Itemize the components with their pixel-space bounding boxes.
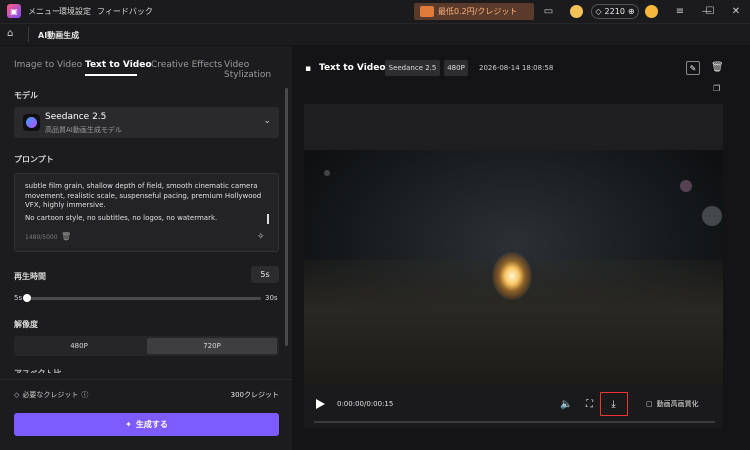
prompt-text: subtle film grain, shallow depth of fiel… xyxy=(25,182,262,209)
panel-scrollbar[interactable] xyxy=(285,88,288,346)
duration-label: 再生時間 xyxy=(14,272,46,281)
tab-creative-effects[interactable]: Creative Effects xyxy=(151,60,222,70)
gift-icon xyxy=(420,6,434,17)
fullscreen-icon[interactable]: ⛶ xyxy=(583,398,596,411)
bokeh xyxy=(324,170,330,176)
progress-bar[interactable] xyxy=(314,421,715,423)
close-icon[interactable]: ✕ xyxy=(729,4,743,18)
resolution-720p[interactable]: 720P xyxy=(147,338,277,354)
resolution-toggle: 480P 720P xyxy=(14,336,279,356)
duration-value[interactable]: 5s xyxy=(251,266,279,283)
credit-cost: 300クレジット xyxy=(230,391,279,399)
preview-panel: ▪ Text to Video Seedance 2.5 480P 2026-0… xyxy=(292,46,750,450)
divider xyxy=(28,27,29,42)
menu-button[interactable]: メニュー xyxy=(28,6,60,17)
feedback-button[interactable]: フィードバック xyxy=(97,6,153,17)
required-credits: ◇ 必要なクレジット ⓘ xyxy=(14,390,88,400)
copy-icon[interactable]: ❐ xyxy=(713,84,723,94)
text-scrollbar[interactable] xyxy=(267,214,269,224)
timestamp: 2026-08-14 18:08:58 xyxy=(479,64,554,72)
generate-footer: ◇ 必要なクレジット ⓘ 300クレジット ✦ 生成する xyxy=(0,379,292,450)
promo-text: 最低0.2円/クレジット xyxy=(438,7,518,16)
magic-wand-icon[interactable]: ✧ xyxy=(257,232,269,244)
slider-handle[interactable] xyxy=(23,294,31,302)
duration-slider[interactable] xyxy=(27,297,261,300)
tab-image-to-video[interactable]: Image to Video xyxy=(14,60,82,70)
bokeh xyxy=(680,180,692,192)
active-tab-indicator xyxy=(85,74,137,76)
info-icon[interactable]: ⓘ xyxy=(81,390,88,400)
sparkle-icon: ✦ xyxy=(125,420,132,429)
add-icon: ⊕ xyxy=(627,7,635,16)
generate-label: 生成する xyxy=(135,420,168,429)
video-player: 0:00:00/0:00:15 🔈 ⛶ ⤓ ▢ 動画高画質化 xyxy=(304,104,723,428)
player-controls: 0:00:00/0:00:15 🔈 ⛶ ⤓ ▢ 動画高画質化 xyxy=(304,384,723,428)
settings-button[interactable]: 環境設定 xyxy=(59,6,91,17)
upscale-icon: ▢ xyxy=(646,400,653,408)
resolution-badge: 480P xyxy=(444,60,468,76)
home-icon[interactable]: ⌂ xyxy=(7,28,20,41)
playback-time: 0:00:00/0:00:15 xyxy=(337,400,394,408)
prompt-input[interactable]: subtle film grain, shallow depth of fiel… xyxy=(14,173,279,252)
nav-bar: ⌂ AI動画生成 xyxy=(0,23,750,45)
model-logo-icon xyxy=(23,114,40,131)
trash-icon[interactable]: 🗑 xyxy=(711,62,724,75)
slider-max-label: 30s xyxy=(265,294,278,302)
diamond-icon: ◇ xyxy=(14,391,20,399)
tab-video-stylization[interactable]: Video Stylization xyxy=(224,60,292,80)
diamond-icon: ◇ xyxy=(595,7,602,16)
model-badge: Seedance 2.5 xyxy=(385,60,440,76)
bokeh xyxy=(702,206,722,226)
char-counter: 1480/5000 xyxy=(25,234,58,241)
upscale-label: 動画高画質化 xyxy=(656,400,699,408)
slider-min-label: 5s xyxy=(14,294,23,302)
coin-icon[interactable] xyxy=(570,5,583,18)
page-title: AI動画生成 xyxy=(38,31,80,40)
generate-button[interactable]: ✦ 生成する xyxy=(14,413,279,436)
model-select[interactable]: Seedance 2.5 高品質AI動画生成モデル ⌄ xyxy=(14,107,279,138)
avatar[interactable] xyxy=(645,5,658,18)
tab-text-to-video[interactable]: Text to Video xyxy=(85,60,152,70)
upscale-button[interactable]: ▢ 動画高画質化 xyxy=(646,399,699,409)
settings-panel: Image to Video Text to Video Creative Ef… xyxy=(0,46,292,450)
resolution-label: 解像度 xyxy=(14,320,38,329)
preview-title: Text to Video xyxy=(319,63,386,73)
resolution-480p[interactable]: 480P xyxy=(14,338,144,354)
app-logo-icon: ▣ xyxy=(7,4,21,18)
title-bar: ▣ メニュー 環境設定 フィードバック 最低0.2円/クレジット ▭ ◇ 221… xyxy=(0,0,750,23)
credit-balance[interactable]: ◇ 2210 ⊕ xyxy=(591,4,639,19)
model-label: モデル xyxy=(14,91,38,100)
video-icon: ▪ xyxy=(305,64,312,74)
edit-icon[interactable]: ✎ xyxy=(686,61,700,75)
glowing-orb xyxy=(492,252,532,300)
video-frame[interactable] xyxy=(304,150,723,384)
play-icon[interactable] xyxy=(314,398,326,410)
chevron-down-icon: ⌄ xyxy=(263,116,271,126)
restore-icon[interactable]: ☐ xyxy=(703,4,717,18)
volume-icon[interactable]: 🔈 xyxy=(560,398,573,411)
model-subtitle: 高品質AI動画生成モデル xyxy=(45,126,122,134)
credit-count: 2210 xyxy=(604,7,625,16)
promo-banner[interactable]: 最低0.2円/クレジット xyxy=(414,3,534,20)
menu-icon[interactable]: ≡ xyxy=(673,4,687,18)
model-name: Seedance 2.5 xyxy=(45,112,107,122)
clear-prompt-icon[interactable]: 🗑 xyxy=(61,232,71,242)
credit-label-text: 必要なクレジット xyxy=(22,391,79,399)
prompt-text-negative: No cartoon style, no subtitles, no logos… xyxy=(25,214,218,222)
aspect-label: アスペクト比 xyxy=(14,368,61,373)
download-highlight xyxy=(600,392,628,416)
prompt-label: プロンプト xyxy=(14,155,54,164)
screen-icon[interactable]: ▭ xyxy=(542,5,555,18)
